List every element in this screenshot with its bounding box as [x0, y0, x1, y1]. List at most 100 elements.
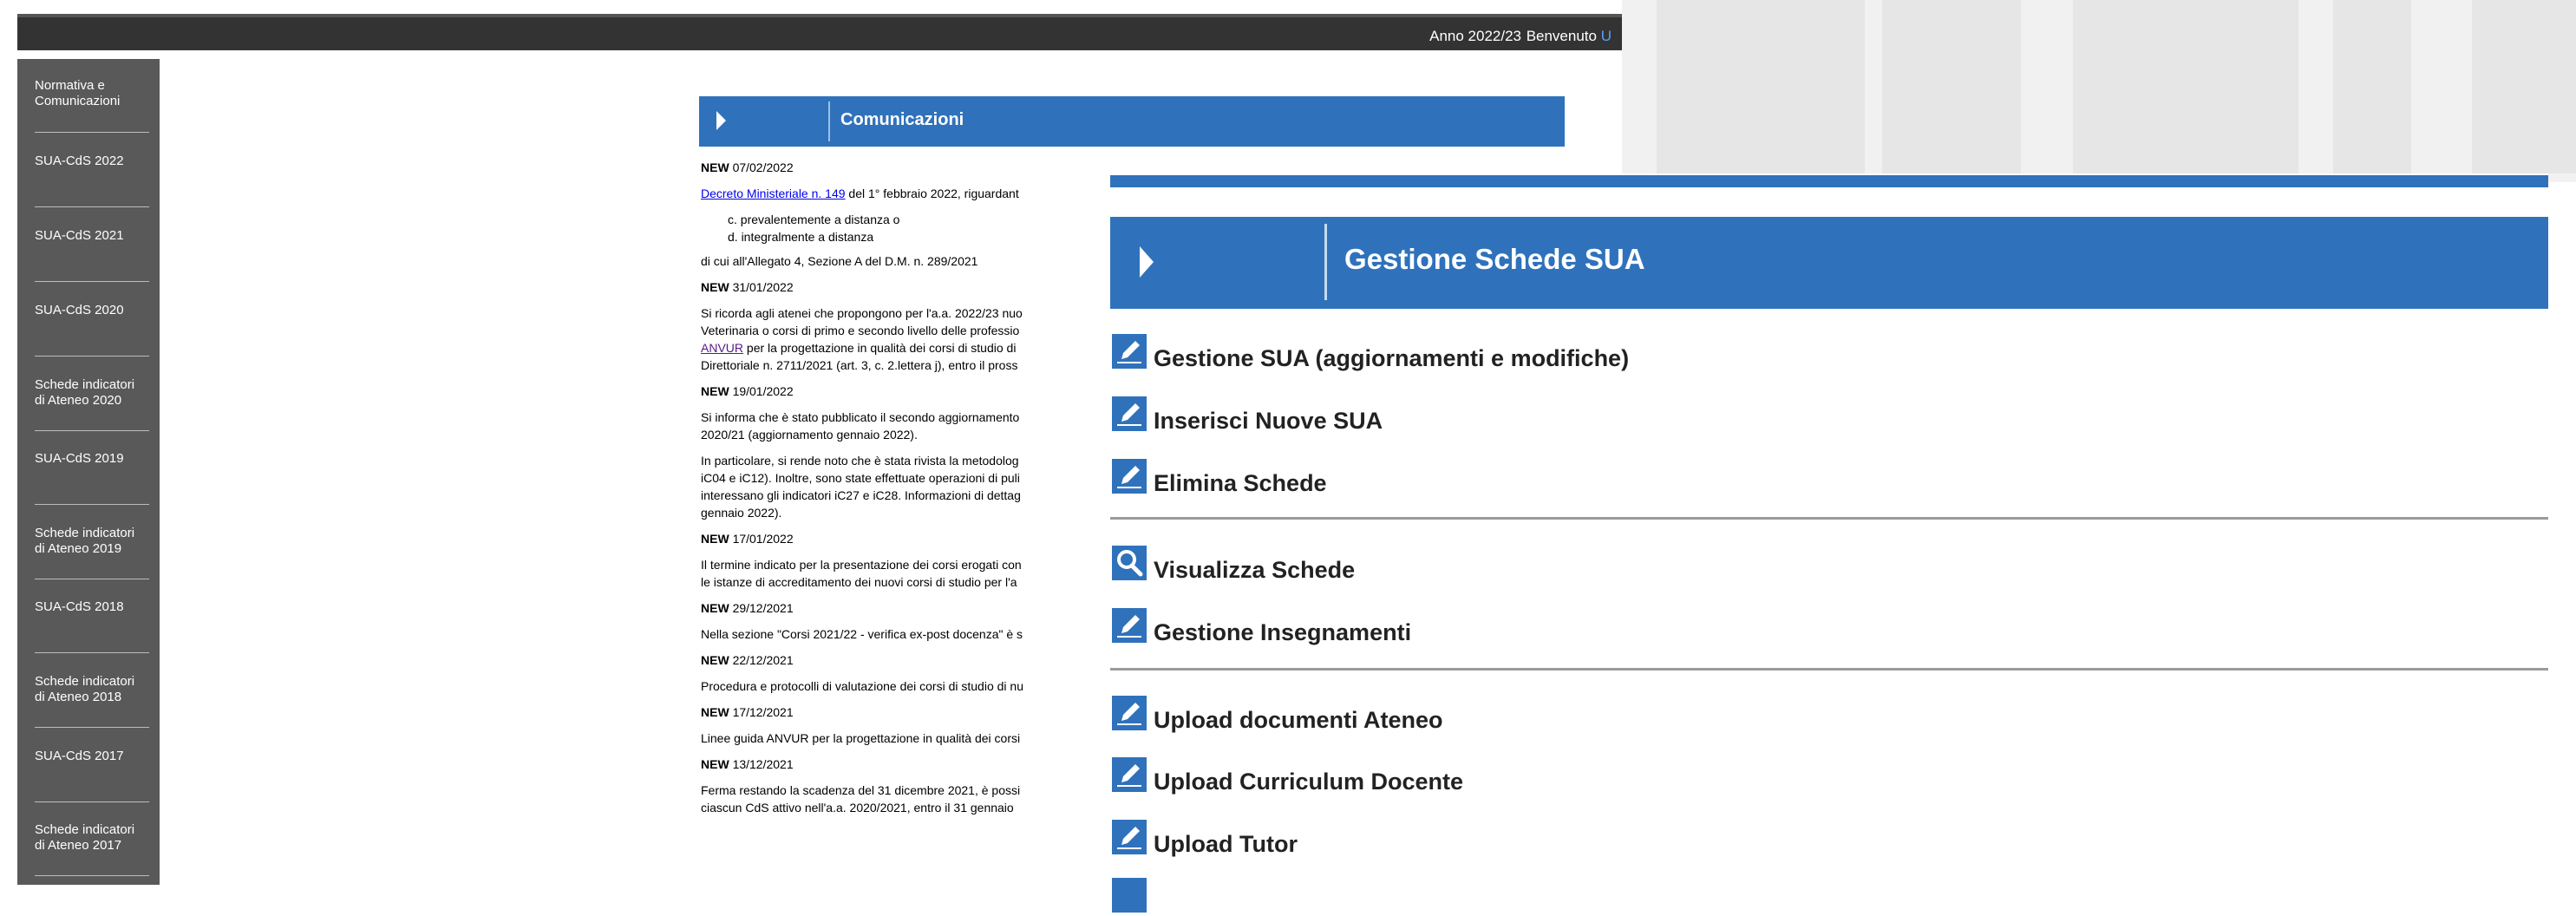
sidebar-item-indicatori-2018[interactable]: Schede indicatori di Ateneo 2018	[35, 674, 149, 705]
news-date: NEW 19/01/2022	[701, 384, 1053, 398]
news-text: Nella sezione "Corsi 2021/22 - verifica …	[701, 627, 1023, 641]
sidebar-item-label: di Ateneo 2019	[35, 541, 122, 556]
sidebar-item-label: Schede indicatori	[35, 526, 135, 540]
welcome-label: Benvenuto	[1526, 28, 1597, 44]
pencil-icon	[1112, 396, 1147, 431]
news-text: iC04 e iC12). Inoltre, sono state effett…	[701, 471, 1020, 485]
sidebar-item-label: Schede indicatori	[35, 377, 135, 392]
header-separator	[1324, 224, 1327, 300]
header-separator	[828, 101, 830, 141]
sidebar-item-normativa[interactable]: Normativa e Comunicazioni	[35, 78, 149, 109]
academic-year: Anno 2022/23	[1429, 28, 1521, 44]
user-link[interactable]: U	[1601, 28, 1612, 44]
news-date-value: 13/12/2021	[732, 757, 794, 771]
sidebar-item-indicatori-2017[interactable]: Schede indicatori di Ateneo 2017	[35, 822, 149, 854]
sidebar-item-indicatori-2019[interactable]: Schede indicatori di Ateneo 2019	[35, 526, 149, 557]
news-text: Si informa che è stato pubblicato il sec…	[701, 410, 1020, 424]
pencil-icon	[1112, 696, 1147, 730]
sidebar-item-label: di Ateneo 2018	[35, 690, 122, 704]
menu-label: Inserisci Nuove SUA	[1154, 408, 1383, 434]
sidebar-item-label: SUA-CdS 2021	[35, 228, 124, 243]
pencil-icon	[1112, 820, 1147, 854]
sidebar-item-indicatori-2020[interactable]: Schede indicatori di Ateneo 2020	[35, 377, 149, 409]
news-text: Si ricorda agli atenei che propongono pe…	[701, 306, 1023, 320]
welcome-text: Benvenuto U	[1527, 28, 1612, 45]
news-list-item: d. integralmente a distanza	[728, 230, 874, 244]
pencil-icon	[1112, 878, 1147, 913]
sidebar-item-label: SUA-CdS 2022	[35, 154, 124, 168]
new-badge: NEW	[701, 653, 729, 667]
play-arrow-icon	[1140, 246, 1154, 278]
menu-label: Gestione Insegnamenti	[1154, 619, 1412, 645]
pencil-icon	[1112, 757, 1147, 792]
menu-gestione-sua[interactable]: Gestione SUA (aggiornamenti e modifiche)	[1110, 334, 1978, 372]
news-text: In particolare, si rende noto che è stat…	[701, 454, 1019, 468]
news-text: Ferma restando la scadenza del 31 dicemb…	[701, 783, 1021, 797]
new-badge: NEW	[701, 705, 729, 719]
news-date: NEW 29/12/2021	[701, 601, 1053, 615]
anvur-link[interactable]: ANVUR	[701, 341, 743, 355]
menu-label: Elimina Schede	[1154, 470, 1327, 496]
sidebar-item-label: di Ateneo 2017	[35, 838, 122, 853]
top-edge	[0, 0, 1622, 14]
menu-upload-tutor[interactable]: Upload Tutor	[1110, 820, 1978, 858]
news-body: ANVUR per la progettazione in qualità de…	[701, 341, 1053, 355]
sidebar-divider	[35, 875, 149, 876]
menu-label: Upload Tutor	[1154, 831, 1298, 857]
news-text: gennaio 2022).	[701, 506, 782, 520]
pencil-icon	[1112, 334, 1147, 369]
pencil-icon	[1112, 459, 1147, 494]
menu-elimina-schede[interactable]: Elimina Schede	[1110, 459, 1978, 497]
panel-top-strip	[1110, 175, 2548, 187]
decreto-link[interactable]: Decreto Ministeriale n. 149	[701, 186, 846, 200]
sidebar-item-sua-2020[interactable]: SUA-CdS 2020	[35, 303, 149, 318]
menu-gestione-insegnamenti[interactable]: Gestione Insegnamenti	[1110, 608, 1978, 646]
sidebar-item-sua-2021[interactable]: SUA-CdS 2021	[35, 228, 149, 244]
news-date: NEW 17/01/2022	[701, 532, 1053, 546]
sidebar-item-label: SUA-CdS 2019	[35, 451, 124, 466]
sidebar-item-sua-2019[interactable]: SUA-CdS 2019	[35, 451, 149, 467]
sidebar-divider	[35, 652, 149, 653]
sidebar-item-sua-2022[interactable]: SUA-CdS 2022	[35, 154, 149, 169]
news-list-item: c. prevalentemente a distanza o	[728, 213, 900, 226]
menu-visualizza-schede[interactable]: Visualizza Schede	[1110, 546, 1978, 584]
gestione-panel: Gestione Schede SUA Gestione SUA (aggior…	[1110, 173, 2548, 913]
menu-item-partial[interactable]	[1110, 878, 1978, 916]
menu-upload-documenti[interactable]: Upload documenti Ateneo	[1110, 696, 1978, 734]
news-text: di cui all'Allegato 4, Sezione A del D.M…	[701, 254, 978, 268]
sidebar: Normativa e Comunicazioni SUA-CdS 2022 S…	[17, 59, 160, 885]
new-badge: NEW	[701, 280, 729, 294]
sidebar-item-label: Schede indicatori	[35, 674, 135, 689]
comunicazioni-title: Comunicazioni	[840, 110, 964, 129]
sidebar-item-sua-2018[interactable]: SUA-CdS 2018	[35, 599, 149, 615]
sidebar-item-label: SUA-CdS 2020	[35, 303, 124, 317]
news-date-value: 07/02/2022	[732, 160, 794, 174]
news-text: Veterinaria o corsi di primo e secondo l…	[701, 324, 1020, 337]
new-badge: NEW	[701, 384, 729, 398]
news-date-value: 17/01/2022	[732, 532, 794, 546]
news-list: NEW 07/02/2022 Decreto Ministeriale n. 1…	[701, 160, 1053, 885]
sidebar-item-sua-2017[interactable]: SUA-CdS 2017	[35, 749, 149, 764]
news-text: le istanze di accreditamento dei nuovi c…	[701, 575, 1017, 589]
menu-label: Upload Curriculum Docente	[1154, 769, 1464, 795]
menu-label: Upload documenti Ateneo	[1154, 707, 1443, 733]
sidebar-item-label: Schede indicatori	[35, 822, 135, 837]
sidebar-item-label: Comunicazioni	[35, 94, 121, 108]
news-text: Linee guida ANVUR per la progettazione i…	[701, 731, 1021, 745]
news-text: del 1° febbraio 2022, riguardant	[845, 186, 1019, 200]
background-texture	[1622, 0, 2576, 182]
sidebar-divider	[35, 281, 149, 282]
news-date: NEW 22/12/2021	[701, 653, 1053, 667]
news-text: Direttoriale n. 2711/2021 (art. 3, c. 2.…	[701, 358, 1018, 372]
new-badge: NEW	[701, 757, 729, 771]
comunicazioni-header: Comunicazioni	[699, 96, 1565, 147]
news-text: ciascun CdS attivo nell'a.a. 2020/2021, …	[701, 801, 1014, 815]
menu-upload-curriculum[interactable]: Upload Curriculum Docente	[1110, 757, 1978, 795]
play-arrow-icon	[716, 111, 726, 130]
menu-label: Gestione SUA (aggiornamenti e modifiche)	[1154, 345, 1630, 371]
sidebar-item-label: SUA-CdS 2017	[35, 749, 124, 763]
sidebar-divider	[35, 430, 149, 431]
menu-inserisci-sua[interactable]: Inserisci Nuove SUA	[1110, 396, 1978, 435]
sidebar-item-label: Normativa e	[35, 78, 105, 93]
news-date-value: 29/12/2021	[732, 601, 794, 615]
